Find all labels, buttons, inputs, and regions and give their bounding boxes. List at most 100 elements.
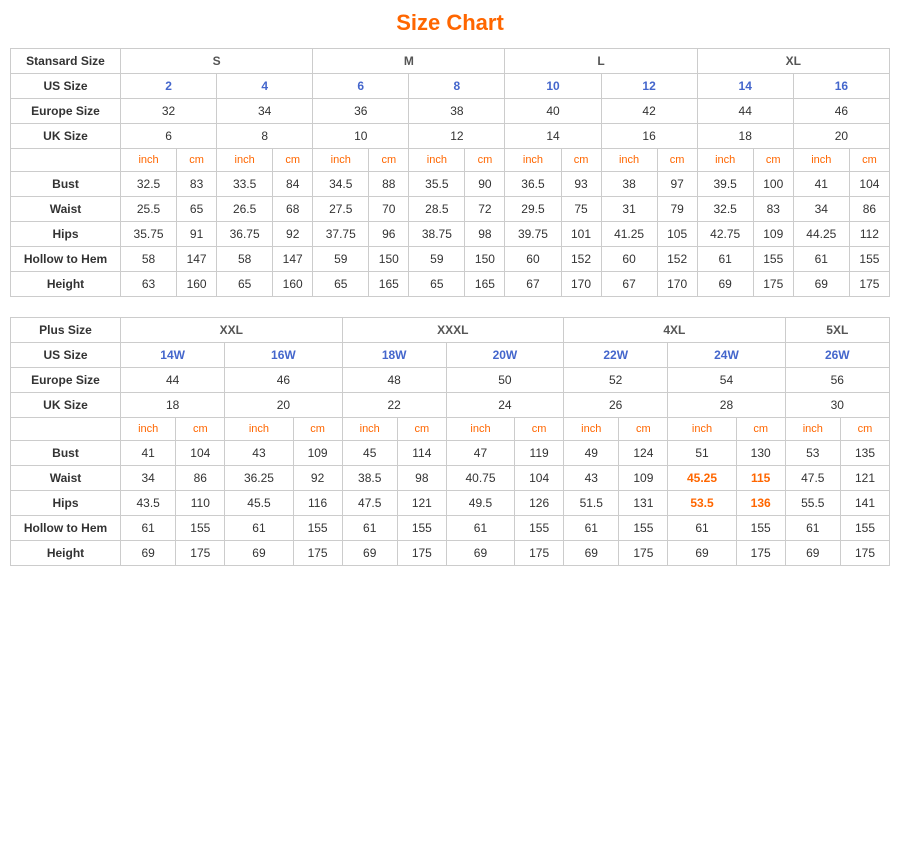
plus-eu-46: 46 [225, 368, 342, 393]
page-title: Size Chart [10, 10, 890, 36]
plus-uk-26: 26 [564, 393, 668, 418]
std-unit-5: inch [313, 149, 369, 172]
plus-eu-44: 44 [121, 368, 225, 393]
hips-row: Hips 35.7591 36.7592 37.7596 38.7598 39.… [11, 222, 890, 247]
plus-unit-14: cm [840, 418, 889, 441]
uk-20: 20 [793, 124, 889, 149]
plus-us-20w: 20W [446, 343, 563, 368]
us-size-2: 2 [121, 74, 217, 99]
eu-32: 32 [121, 99, 217, 124]
plus-unit-9: inch [564, 418, 619, 441]
std-unit-10: cm [561, 149, 601, 172]
us-size-6: 6 [313, 74, 409, 99]
uk-12: 12 [409, 124, 505, 149]
plus-unit-4: cm [293, 418, 342, 441]
plus-eu-52: 52 [564, 368, 668, 393]
std-unit-4: cm [273, 149, 313, 172]
plus-us-26w: 26W [785, 343, 889, 368]
plus-unit-3: inch [225, 418, 293, 441]
us-size-4: 4 [217, 74, 313, 99]
size-5xl-header: 5XL [785, 318, 889, 343]
plus-us-24w: 24W [668, 343, 785, 368]
us-size-label: US Size [11, 74, 121, 99]
unit-empty [11, 149, 121, 172]
standard-size-table: Stansard Size S M L XL US Size 2 4 6 8 1… [10, 48, 890, 297]
us-size-10: 10 [505, 74, 601, 99]
std-unit-8: cm [465, 149, 505, 172]
us-size-12: 12 [601, 74, 697, 99]
plus-hips-row: Hips 43.5110 45.5116 47.5121 49.5126 51.… [11, 491, 890, 516]
size-xl-header: XL [697, 49, 889, 74]
plus-uk-28: 28 [668, 393, 785, 418]
plus-eu-56: 56 [785, 368, 889, 393]
plus-hollow-row: Hollow to Hem 61155 61155 61155 61155 61… [11, 516, 890, 541]
plus-unit-10: cm [619, 418, 668, 441]
height-row: Height 63160 65160 65165 65165 67170 671… [11, 272, 890, 297]
std-unit-9: inch [505, 149, 561, 172]
eu-38: 38 [409, 99, 505, 124]
plus-eu-54: 54 [668, 368, 785, 393]
plus-uk-22: 22 [342, 393, 446, 418]
eu-46: 46 [793, 99, 889, 124]
plus-eu-50: 50 [446, 368, 563, 393]
std-unit-16: cm [849, 149, 889, 172]
plus-uk-24: 24 [446, 393, 563, 418]
us-size-16: 16 [793, 74, 889, 99]
uk-10: 10 [313, 124, 409, 149]
plus-uk-label: UK Size [11, 393, 121, 418]
standard-size-header: Stansard Size [11, 49, 121, 74]
plus-us-size-label: US Size [11, 343, 121, 368]
uk-18: 18 [697, 124, 793, 149]
size-l-header: L [505, 49, 697, 74]
plus-unit-7: inch [446, 418, 514, 441]
uk-16: 16 [601, 124, 697, 149]
eu-34: 34 [217, 99, 313, 124]
uk-14: 14 [505, 124, 601, 149]
plus-unit-empty [11, 418, 121, 441]
uk-6: 6 [121, 124, 217, 149]
size-4xl-header: 4XL [564, 318, 786, 343]
std-unit-13: inch [697, 149, 753, 172]
std-unit-7: inch [409, 149, 465, 172]
uk-8: 8 [217, 124, 313, 149]
size-s-header: S [121, 49, 313, 74]
plus-uk-30: 30 [785, 393, 889, 418]
plus-size-table: Plus Size XXL XXXL 4XL 5XL US Size 14W 1… [10, 317, 890, 566]
plus-unit-5: inch [342, 418, 397, 441]
plus-us-14w: 14W [121, 343, 225, 368]
eu-44: 44 [697, 99, 793, 124]
std-unit-1: inch [121, 149, 177, 172]
eu-40: 40 [505, 99, 601, 124]
plus-unit-8: cm [515, 418, 564, 441]
plus-eu-48: 48 [342, 368, 446, 393]
hollow-row: Hollow to Hem 58147 58147 59150 59150 60… [11, 247, 890, 272]
plus-us-22w: 22W [564, 343, 668, 368]
plus-us-18w: 18W [342, 343, 446, 368]
std-unit-14: cm [753, 149, 793, 172]
plus-waist-row: Waist 3486 36.2592 38.598 40.75104 43109… [11, 466, 890, 491]
waist-row: Waist 25.565 26.568 27.570 28.572 29.575… [11, 197, 890, 222]
plus-height-row: Height 69175 69175 69175 69175 69175 691… [11, 541, 890, 566]
plus-unit-2: cm [176, 418, 225, 441]
uk-size-label: UK Size [11, 124, 121, 149]
size-xxl-header: XXL [121, 318, 343, 343]
std-unit-3: inch [217, 149, 273, 172]
plus-unit-13: inch [785, 418, 840, 441]
plus-size-header: Plus Size [11, 318, 121, 343]
eu-42: 42 [601, 99, 697, 124]
plus-unit-1: inch [121, 418, 176, 441]
plus-uk-20: 20 [225, 393, 342, 418]
europe-size-label: Europe Size [11, 99, 121, 124]
plus-unit-6: cm [397, 418, 446, 441]
standard-size-section: Stansard Size S M L XL US Size 2 4 6 8 1… [10, 48, 890, 297]
std-unit-12: cm [657, 149, 697, 172]
plus-uk-18: 18 [121, 393, 225, 418]
plus-us-16w: 16W [225, 343, 342, 368]
std-unit-6: cm [369, 149, 409, 172]
plus-bust-row: Bust 41104 43109 45114 47119 49124 51130… [11, 441, 890, 466]
size-xxxl-header: XXXL [342, 318, 564, 343]
us-size-14: 14 [697, 74, 793, 99]
std-unit-11: inch [601, 149, 657, 172]
std-unit-2: cm [177, 149, 217, 172]
std-unit-15: inch [793, 149, 849, 172]
